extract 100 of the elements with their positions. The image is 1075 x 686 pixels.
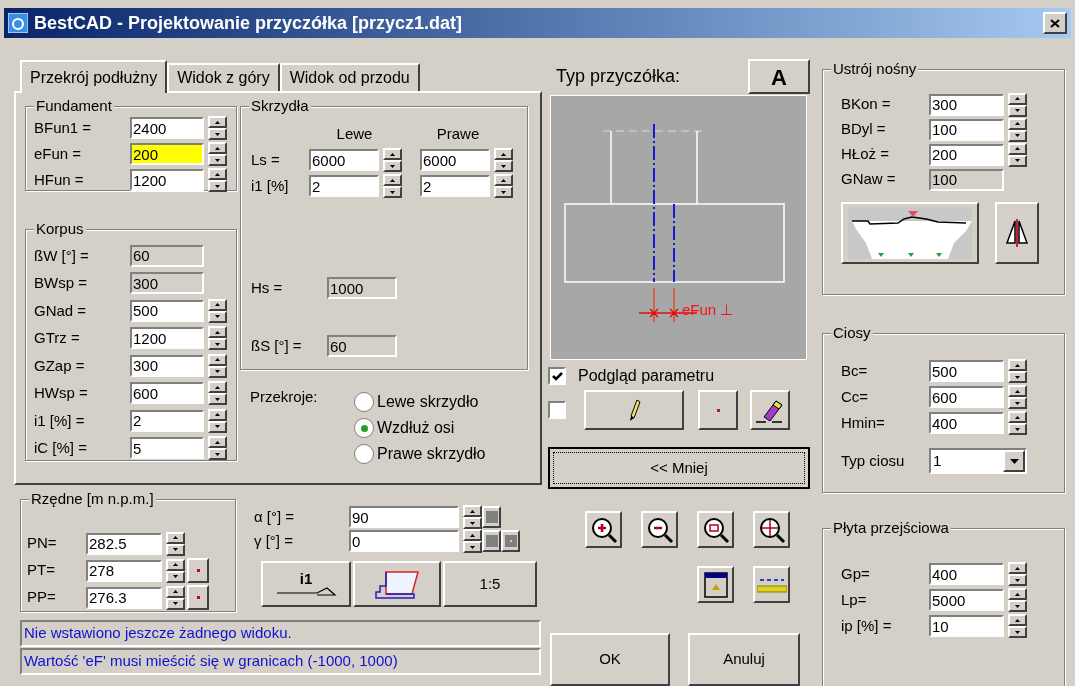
ruler-button[interactable] — [753, 566, 790, 603]
spinner[interactable] — [383, 174, 402, 198]
input-field[interactable]: 276.3 — [86, 586, 162, 609]
spinner[interactable] — [208, 326, 227, 351]
square-button[interactable] — [501, 530, 520, 552]
input-field[interactable]: 278 — [86, 559, 162, 582]
dropdown[interactable]: 1 — [929, 448, 1027, 474]
spinner[interactable] — [208, 381, 227, 406]
input-field[interactable]: 10 — [929, 615, 1004, 637]
tab[interactable]: Widok z góry — [167, 63, 280, 91]
pick-button[interactable] — [187, 585, 209, 610]
spinner[interactable] — [494, 174, 513, 198]
input-field[interactable]: 1200 — [130, 169, 204, 191]
input-field[interactable]: 1000 — [327, 277, 397, 299]
group-title: Płyta przejściowa — [831, 519, 951, 537]
spinner[interactable] — [463, 529, 482, 553]
field-label: GNaw = — [841, 169, 897, 190]
zoom-button[interactable] — [641, 511, 678, 548]
spinner[interactable] — [383, 148, 402, 172]
input-field[interactable]: 300 — [130, 354, 204, 377]
zoom-button[interactable] — [753, 511, 790, 548]
spinner[interactable] — [208, 298, 227, 323]
square-button[interactable] — [482, 530, 501, 552]
checkbox[interactable] — [548, 401, 566, 419]
pencil-button[interactable] — [584, 390, 684, 430]
field-label: Gp= — [841, 563, 871, 584]
cancel-button[interactable]: Anuluj — [688, 633, 800, 686]
spinner[interactable] — [1008, 588, 1027, 612]
dot-button[interactable] — [698, 390, 738, 430]
window-title: BestCAD - Projektowanie przyczółka [przycz1.dat] — [34, 11, 463, 35]
ok-button[interactable]: OK — [550, 633, 670, 686]
input-field[interactable]: 300 — [130, 272, 204, 295]
input-field[interactable]: 600 — [130, 382, 204, 405]
input-field[interactable]: 200 — [130, 143, 204, 165]
input-field[interactable]: 5000 — [929, 589, 1004, 611]
spinner[interactable] — [463, 505, 482, 529]
input-field[interactable]: 500 — [130, 299, 204, 322]
eraser-button[interactable] — [750, 390, 790, 430]
input-field[interactable]: 0 — [349, 530, 459, 552]
spinner[interactable] — [1008, 614, 1027, 638]
spinner[interactable] — [166, 585, 185, 610]
input-field[interactable]: 2 — [420, 175, 490, 197]
bridge-button[interactable] — [841, 202, 979, 264]
input-field[interactable]: 1200 — [130, 327, 204, 350]
section-label: Przekroje: — [250, 387, 319, 407]
spinner[interactable] — [166, 558, 185, 583]
close-button[interactable] — [1043, 12, 1067, 34]
zoom-button[interactable] — [585, 511, 622, 548]
spinner[interactable] — [208, 168, 227, 192]
input-field[interactable]: 6000 — [309, 149, 379, 171]
field-label: BFun1 = — [34, 117, 93, 138]
pick-button[interactable] — [187, 558, 209, 583]
field-label: GNad = — [34, 300, 88, 321]
spinner[interactable] — [208, 142, 227, 166]
window-button[interactable] — [697, 566, 734, 603]
field-label: GTrz = — [34, 328, 81, 348]
spinner[interactable] — [208, 116, 227, 140]
checkbox-option[interactable]: Podgląd parametru — [548, 365, 810, 387]
input-field[interactable]: 2400 — [130, 117, 204, 139]
scale-button[interactable]: 1:5 — [443, 561, 537, 607]
spinner[interactable] — [1008, 385, 1027, 409]
input-field[interactable]: 100 — [929, 118, 1004, 141]
spinner[interactable] — [166, 531, 185, 556]
spinner[interactable] — [1008, 562, 1027, 586]
input-field[interactable]: 282.5 — [86, 532, 162, 555]
input-field[interactable]: 400 — [929, 412, 1004, 434]
input-field[interactable]: 60 — [327, 335, 397, 357]
spinner[interactable] — [208, 436, 227, 461]
bridge-icon — [848, 207, 972, 259]
input-field[interactable]: 2 — [130, 409, 204, 432]
input-field[interactable]: 600 — [929, 386, 1004, 408]
tab[interactable]: Widok od przodu — [279, 63, 420, 91]
spinner[interactable] — [494, 148, 513, 172]
input-field[interactable]: 100 — [929, 168, 1004, 191]
spinner[interactable] — [1008, 92, 1027, 117]
input-field[interactable]: 2 — [309, 175, 379, 197]
type-button[interactable]: A — [748, 59, 810, 94]
zoom-button[interactable] — [697, 511, 734, 548]
input-field[interactable]: 300 — [929, 93, 1004, 116]
input-field[interactable]: 500 — [929, 360, 1004, 382]
field-label: Bc= — [841, 360, 869, 381]
profile-button[interactable] — [353, 561, 441, 607]
spinner[interactable] — [1008, 142, 1027, 167]
input-field[interactable]: 90 — [349, 506, 459, 528]
input-field[interactable]: 5 — [130, 437, 204, 460]
pencil-icon — [627, 398, 641, 422]
input-field[interactable]: 200 — [929, 143, 1004, 166]
spinner[interactable] — [208, 353, 227, 378]
slope-button[interactable]: i1 — [261, 561, 351, 607]
mirror-button[interactable] — [995, 202, 1039, 264]
spinner[interactable] — [1008, 117, 1027, 142]
toggle-button[interactable]: << Mniej — [548, 447, 810, 489]
input-field[interactable]: 400 — [929, 563, 1004, 585]
tab[interactable]: Przekrój podłużny — [20, 60, 168, 93]
spinner[interactable] — [1008, 359, 1027, 383]
square-button[interactable] — [482, 506, 501, 528]
input-field[interactable]: 6000 — [420, 149, 490, 171]
spinner[interactable] — [1008, 411, 1027, 435]
spinner[interactable] — [208, 408, 227, 433]
input-field[interactable]: 60 — [130, 244, 204, 267]
